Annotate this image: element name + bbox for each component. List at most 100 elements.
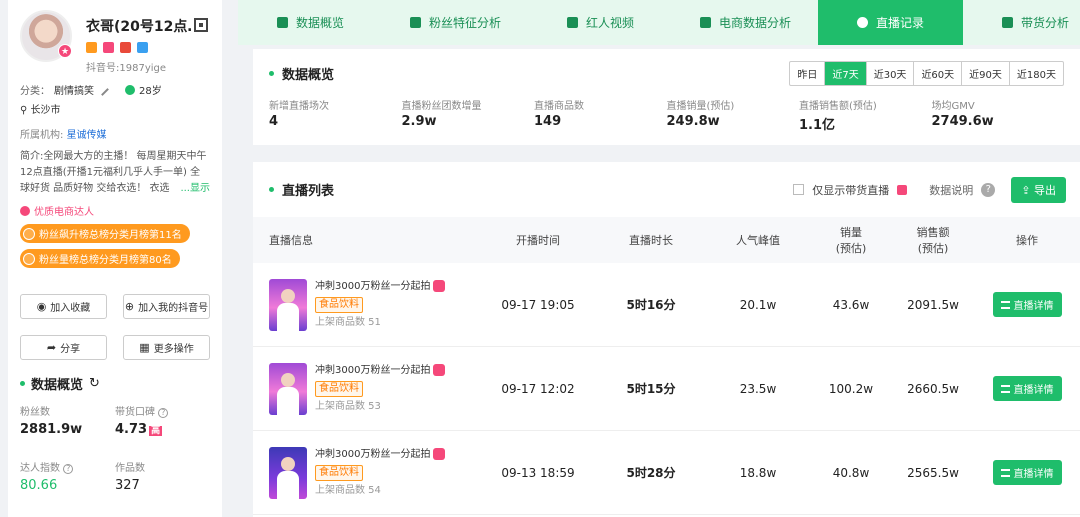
location: ⚲ 长沙市 [20, 105, 61, 116]
range-30d[interactable]: 近30天 [865, 61, 914, 85]
range-7d[interactable]: 近7天 [824, 61, 866, 85]
table-row: 冲刺3000万粉丝一分起拍 食品饮料 上架商品数 53 09-17 12:02 … [253, 347, 1080, 431]
help-icon[interactable]: ? [63, 464, 74, 474]
data-note-label[interactable]: 数据说明 [929, 182, 973, 198]
table-row: 冲刺3000万粉丝一分起拍 食品饮料 上架商品数 51 09-17 19:05 … [253, 263, 1080, 347]
edit-icon[interactable] [96, 83, 109, 96]
start-time: 09-17 12:02 [501, 381, 575, 396]
fans-label: 粉丝数 [20, 407, 50, 418]
fans-stat: 粉丝数 2881.9w [20, 403, 115, 437]
video-icon [566, 17, 578, 28]
stat-label: 场均GMV [931, 101, 975, 112]
stat-label: 直播销售额(预估) [799, 101, 877, 112]
add-mine-button[interactable]: ⊕ 加入我的抖音号 [123, 294, 210, 319]
dadou-stat: 达人指数 ? 80.66 [20, 459, 115, 493]
stat-label: 新增直播场次 [269, 101, 329, 112]
title-dot [269, 70, 274, 76]
share-icon: ➦ [46, 341, 57, 354]
stat-label: 直播销量(预估) [666, 101, 735, 112]
stat-amount: 直播销售额(预估) 1.1亿 [799, 97, 932, 133]
reputation-value: 4.73 [115, 422, 148, 437]
reputation-value-row: 4.73 高 [115, 422, 210, 437]
tab-overview-label: 数据概览 [295, 16, 344, 30]
tab-fans[interactable]: 粉丝特征分析 [383, 0, 528, 45]
plus-icon: ⊕ [124, 300, 135, 313]
range-yesterday[interactable]: 昨日 [790, 62, 824, 85]
location-value: 长沙市 [30, 105, 61, 116]
stat-label: 直播粉丝团数增量 [401, 101, 482, 112]
more-actions-button[interactable]: ▦ 更多操作 [123, 335, 210, 360]
col-op: 操作 [1016, 234, 1038, 247]
tab-fans-label: 粉丝特征分析 [428, 16, 501, 30]
works-label: 作品数 [115, 463, 145, 474]
live-title[interactable]: 冲刺3000万粉丝一分起拍 [315, 449, 430, 460]
sales: 43.6w [832, 297, 870, 312]
help-icon[interactable]: ? [981, 182, 996, 197]
col-sales-line2: (预估) [835, 242, 867, 255]
col-start: 开播时间 [516, 234, 560, 247]
intro-more-link[interactable]: ...显示 [176, 181, 210, 197]
stat-value: 149 [534, 114, 562, 129]
amount: 2091.5w [907, 297, 959, 312]
help-icon[interactable]: ? [158, 408, 169, 418]
tab-live-records[interactable]: 直播记录 [818, 0, 963, 45]
live-detail-label: 直播详情 [1013, 301, 1054, 312]
range-180d[interactable]: 近180天 [1008, 61, 1063, 85]
favorite-button[interactable]: ◉ 加入收藏 [20, 294, 107, 319]
tab-goods-label: 带货分析 [1020, 16, 1069, 30]
main-tabs: 数据概览 粉丝特征分析 红人视频 电商数据分析 直播记录 带货分析 [238, 0, 1080, 45]
goods-badge-icon [897, 184, 908, 195]
dadou-label: 达人指数 [20, 463, 60, 474]
title-dot [20, 381, 25, 386]
live-thumbnail[interactable] [269, 446, 307, 499]
export-button[interactable]: ⇪ 导出 [1011, 176, 1066, 203]
tab-goods[interactable]: 带货分析 [963, 0, 1080, 45]
col-peak: 人气峰值 [736, 234, 780, 247]
favorite-label: 加入收藏 [50, 303, 91, 314]
share-button[interactable]: ➦ 分享 [20, 335, 107, 360]
profile-name: 衣哥(20号12点… [86, 19, 192, 35]
live-detail-button[interactable]: 直播详情 [992, 460, 1062, 485]
tab-videos[interactable]: 红人视频 [528, 0, 673, 45]
rank-pill-2-text: 粉丝量榜总榜分类月榜第80名 [39, 255, 172, 266]
only-goods-checkbox[interactable] [793, 184, 805, 195]
avatar[interactable]: ★ [20, 10, 72, 62]
qrcode-icon[interactable] [194, 18, 208, 32]
overview-card: 数据概览 昨日 近7天 近30天 近60天 近90天 近180天 新增直播场次 4… [253, 49, 1080, 145]
dadou-label-row: 达人指数 ? [20, 459, 115, 474]
rank-pill-2[interactable]: 粉丝量榜总榜分类月榜第80名 [20, 249, 180, 268]
goods-count: 上架商品数 51 [315, 316, 381, 328]
org-link[interactable]: 星诚传媒 [67, 130, 107, 141]
profile-sidebar: ★ 衣哥(20号12点… 抖音号:1987yige 分类： 剧情搞笑 28岁 ⚲… [8, 0, 222, 517]
only-goods-label: 仅显示带货直播 [812, 183, 890, 197]
start-time: 09-17 19:05 [501, 297, 575, 312]
douyin-id: 抖音号:1987yige [86, 63, 167, 74]
rank-pill-1-text: 粉丝飙升榜总榜分类月榜第11名 [39, 230, 182, 241]
stat-gmv: 场均GMV 2749.6w [932, 97, 1065, 133]
table-header: 直播信息 开播时间 直播时长 人气峰值 销量 (预估) 销售额 (预估) 操作 [253, 217, 1080, 263]
range-60d[interactable]: 近60天 [913, 61, 961, 85]
live-detail-button[interactable]: 直播详情 [992, 376, 1062, 401]
live-detail-button[interactable]: 直播详情 [992, 292, 1062, 317]
live-thumbnail[interactable] [269, 278, 307, 331]
tab-ecommerce[interactable]: 电商数据分析 [673, 0, 818, 45]
range-90d[interactable]: 近90天 [961, 61, 1009, 85]
duration: 5时16分 [626, 298, 676, 312]
shop-badge-icon [86, 42, 97, 53]
rank-pill-1[interactable]: 粉丝飙升榜总榜分类月榜第11名 [20, 224, 190, 243]
live-list-title-text: 直播列表 [282, 184, 335, 199]
stat-value: 4 [269, 114, 279, 129]
live-title[interactable]: 冲刺3000万粉丝一分起拍 [315, 281, 430, 292]
category-line: 分类： 剧情搞笑 28岁 [20, 82, 210, 97]
org-label: 所属机构: [20, 130, 64, 141]
crown-badge-icon [120, 42, 131, 53]
live-thumbnail[interactable] [269, 362, 307, 415]
reputation-stat: 带货口碑 ? 4.73 高 [115, 403, 210, 437]
list-icon [1000, 468, 1010, 477]
add-mine-label: 加入我的抖音号 [138, 303, 209, 314]
refresh-icon[interactable]: ↻ [89, 376, 100, 391]
live-title[interactable]: 冲刺3000万粉丝一分起拍 [315, 365, 430, 376]
dadou-value: 80.66 [20, 478, 58, 493]
col-amount-line1: 销售额 [916, 226, 950, 239]
tab-overview[interactable]: 数据概览 [238, 0, 383, 45]
